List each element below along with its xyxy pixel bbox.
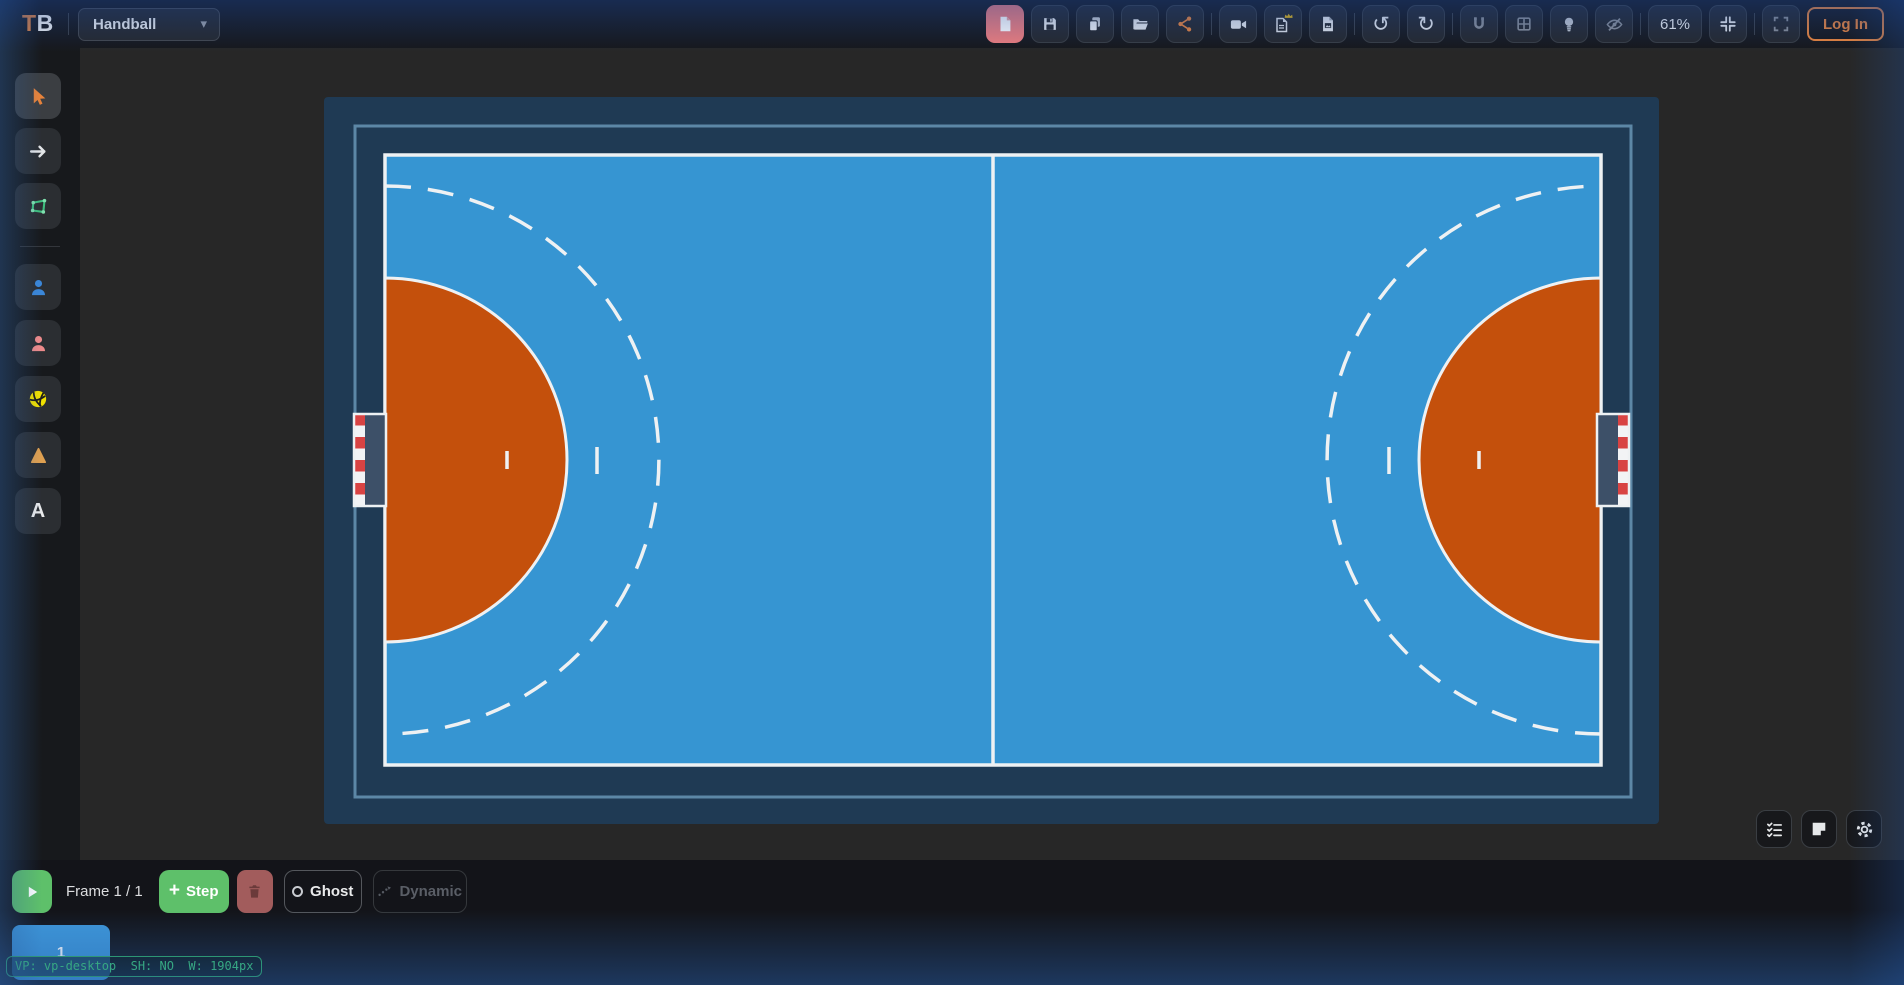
logo-letter-t: T — [22, 10, 37, 36]
export-image-button[interactable] — [1309, 5, 1347, 43]
player-pink-tool[interactable] — [15, 320, 61, 366]
top-bar: TB Handball ▾ — [0, 0, 1904, 48]
dynamic-label: Dynamic — [399, 883, 462, 900]
cone-tool[interactable] — [15, 432, 61, 478]
compress-icon — [1719, 15, 1737, 33]
grid-button[interactable] — [1505, 5, 1543, 43]
polygon-tool[interactable] — [15, 183, 61, 229]
polygon-icon — [28, 196, 49, 217]
lightbulb-icon — [1560, 15, 1578, 33]
save-icon — [1041, 15, 1059, 33]
zoom-level-value: 61% — [1660, 16, 1690, 33]
dynamic-icon — [377, 884, 392, 899]
plus-icon: + — [169, 880, 180, 902]
text-tool[interactable]: A — [15, 488, 61, 534]
zoom-level-button[interactable]: 61% — [1648, 5, 1702, 43]
note-icon — [1810, 820, 1828, 838]
frame-counter: Frame 1 / 1 — [66, 883, 143, 900]
save-button[interactable] — [1031, 5, 1069, 43]
duplicate-button[interactable] — [1076, 5, 1114, 43]
gear-icon — [1855, 820, 1874, 839]
header-divider — [1354, 13, 1355, 35]
player-blue-icon — [28, 277, 49, 298]
handball-court[interactable] — [324, 97, 1659, 824]
goal-left — [354, 414, 386, 506]
eye-slash-icon — [1605, 15, 1624, 34]
export-video-button[interactable] — [1219, 5, 1257, 43]
sidebar-divider — [20, 246, 60, 247]
open-button[interactable] — [1121, 5, 1159, 43]
redo-button[interactable]: ↻ — [1407, 5, 1445, 43]
delete-step-button[interactable] — [237, 870, 273, 913]
play-icon — [24, 884, 40, 900]
folder-open-icon — [1131, 15, 1150, 34]
lighting-button[interactable] — [1550, 5, 1588, 43]
player-pink-icon — [28, 333, 49, 354]
cone-icon — [28, 445, 49, 466]
fullscreen-icon — [1772, 15, 1790, 33]
magnet-icon — [1470, 15, 1488, 33]
image-export-icon — [1319, 15, 1337, 33]
fit-to-screen-button[interactable] — [1709, 5, 1747, 43]
arrow-tool[interactable] — [15, 128, 61, 174]
hide-ui-button[interactable] — [1595, 5, 1633, 43]
undo-button[interactable]: ↺ — [1362, 5, 1400, 43]
copy-icon — [1086, 15, 1104, 33]
grid-icon — [1515, 15, 1533, 33]
pdf-export-crown-icon — [1272, 13, 1294, 35]
app-logo[interactable]: TB — [22, 10, 54, 37]
header-divider — [1211, 13, 1212, 35]
ghost-label: Ghost — [310, 883, 353, 900]
play-button[interactable] — [12, 870, 52, 913]
app-window: TB Handball ▾ — [0, 0, 1904, 985]
share-button[interactable] — [1166, 5, 1204, 43]
canvas-panel-buttons — [1756, 810, 1882, 848]
dynamic-toggle[interactable]: Dynamic — [373, 870, 467, 913]
ghost-toggle[interactable]: Ghost — [284, 870, 362, 913]
trash-icon — [246, 883, 263, 900]
header-divider — [1452, 13, 1453, 35]
ghost-circle-icon — [292, 886, 303, 897]
sport-select[interactable]: Handball ▾ — [78, 8, 220, 41]
notes-button[interactable] — [1801, 810, 1837, 848]
board-settings-button[interactable] — [1846, 810, 1882, 848]
share-icon — [1176, 15, 1194, 33]
video-icon — [1229, 15, 1248, 34]
header-divider — [1640, 13, 1641, 35]
select-tool[interactable] — [15, 73, 61, 119]
new-board-button[interactable] — [986, 5, 1024, 43]
tools-sidebar: A — [0, 48, 80, 860]
snap-magnet-button[interactable] — [1460, 5, 1498, 43]
player-blue-tool[interactable] — [15, 264, 61, 310]
steps-list-button[interactable] — [1756, 810, 1792, 848]
text-icon: A — [31, 500, 45, 523]
redo-icon: ↻ — [1417, 14, 1435, 35]
ball-icon — [27, 388, 49, 410]
header-toolbar: ↺ ↻ 61% Log In — [986, 0, 1884, 48]
timeline-bar: Frame 1 / 1 + Step Ghost Dynamic 1 — [0, 860, 1904, 985]
login-button[interactable]: Log In — [1807, 7, 1884, 41]
export-pdf-button[interactable] — [1264, 5, 1302, 43]
undo-icon: ↺ — [1372, 14, 1390, 35]
sport-select-value: Handball — [93, 16, 200, 33]
add-step-button[interactable]: + Step — [159, 870, 229, 913]
logo-letter-b: B — [37, 10, 54, 36]
timeline-controls: Frame 1 / 1 + Step Ghost Dynamic — [12, 870, 467, 913]
viewport-debug-badge: VP: vp-desktop SH: NO W: 1904px — [6, 956, 262, 977]
ball-tool[interactable] — [15, 376, 61, 422]
header-divider — [68, 13, 69, 35]
fullscreen-button[interactable] — [1762, 5, 1800, 43]
cursor-icon — [28, 86, 49, 107]
add-step-label: Step — [186, 883, 219, 900]
checklist-icon — [1765, 820, 1784, 839]
arrow-icon — [28, 141, 49, 162]
file-new-icon — [996, 15, 1014, 33]
header-divider — [1754, 13, 1755, 35]
goal-right — [1597, 414, 1629, 506]
chevron-down-icon: ▾ — [200, 17, 207, 32]
